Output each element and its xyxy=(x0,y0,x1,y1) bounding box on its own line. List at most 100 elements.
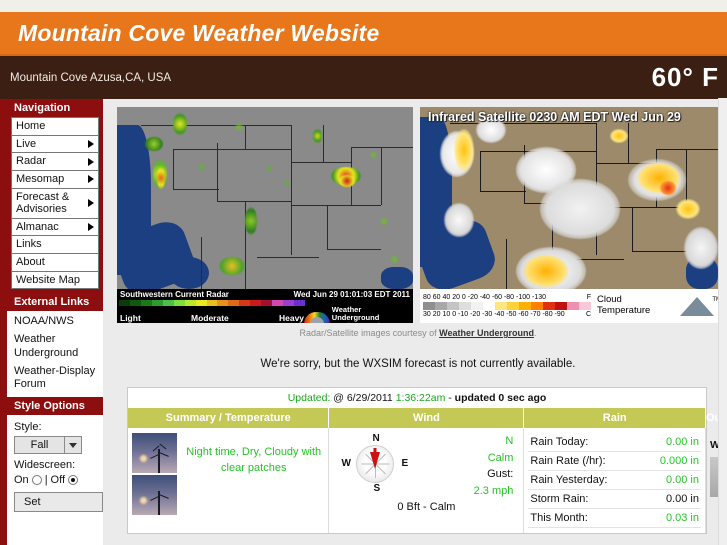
chevron-right-icon xyxy=(88,175,94,184)
satellite-legend: 80 60 40 20 0 -20 -40 -60 -80 -100 -130 … xyxy=(420,289,718,323)
rain-rate-value: 0.000 in xyxy=(659,455,699,467)
beaufort-scale-value: 0 Bft - Calm xyxy=(397,501,456,513)
compass-east-label: E xyxy=(401,458,409,469)
rain-rate-label: Rain Rate (/hr): xyxy=(530,455,606,467)
sidebar-item-label: Almanac xyxy=(16,220,59,233)
list-item: Rain Yesterday: 0.00 in xyxy=(528,471,701,490)
satellite-unit-c: C xyxy=(585,311,591,318)
storm-rain-label: Storm Rain: xyxy=(530,493,589,505)
style-label: Style: xyxy=(14,421,42,434)
list-item: This Month: 0.03 in xyxy=(528,509,701,528)
sidebar-item-live[interactable]: Live xyxy=(11,135,99,154)
image-courtesy-note: Radar/Satellite images courtesy of Weath… xyxy=(117,328,719,338)
external-link-weather-display-forum[interactable]: Weather-Display Forum xyxy=(14,363,103,395)
site-header: Mountain Cove Weather Website xyxy=(0,12,727,56)
sidebar-item-forecast-advisories[interactable]: Forecast & Advisories xyxy=(11,188,99,219)
rain-today-label: Rain Today: xyxy=(530,436,589,448)
current-temperature: 60° F xyxy=(651,62,719,92)
sidebar-item-label: Website Map xyxy=(16,273,80,286)
sidebar-item-label: Live xyxy=(16,137,37,150)
list-item: Rain Rate (/hr): 0.000 in xyxy=(528,452,701,471)
rain-measurements-list: Rain Today: 0.00 in Rain Rate (/hr): 0.0… xyxy=(528,433,701,528)
chevron-down-icon xyxy=(65,436,82,455)
style-options-panel: Style: Fall Widescreen: On | Off Set xyxy=(7,415,103,513)
sidebar-item-label: Home xyxy=(16,120,46,132)
summary-text: Night time, Dry, Cloudy with clear patch… xyxy=(186,446,322,474)
page-scrollbar[interactable] xyxy=(718,98,727,545)
this-month-label: This Month: xyxy=(530,512,588,524)
set-button[interactable]: Set xyxy=(14,492,103,513)
radar-scale-heavy: Heavy xyxy=(278,312,305,323)
list-item: Rain Today: 0.00 in xyxy=(528,433,701,452)
external-links-heading: External Links xyxy=(7,293,103,312)
night-cloudy-icon xyxy=(132,433,177,473)
summary-cell: Night time, Dry, Cloudy with clear patch… xyxy=(128,428,330,533)
cloud-temperature-colorbar xyxy=(423,302,591,310)
style-select[interactable]: Fall xyxy=(14,436,82,455)
updated-prefix: Updated: xyxy=(287,392,331,404)
widescreen-radio-group: On | Off xyxy=(14,474,103,486)
current-conditions-card: Updated: @ 6/29/2011 1:36:22am - updated… xyxy=(127,387,727,534)
sidebar-item-radar[interactable]: Radar xyxy=(11,153,99,171)
radar-provider-name: Weather Underground xyxy=(331,305,380,322)
courtesy-link[interactable]: Weather Underground xyxy=(439,328,534,338)
style-options-heading: Style Options xyxy=(7,397,103,416)
satellite-image[interactable]: Infrared Satellite 0230 AM EDT Wed Jun 2… xyxy=(420,107,718,323)
widescreen-off-label: Off xyxy=(50,474,66,487)
radar-scale-light: Light xyxy=(120,312,141,323)
sidebar-item-mesomap[interactable]: Mesomap xyxy=(11,170,99,189)
external-link-noaa-nws[interactable]: NOAA/NWS xyxy=(14,313,103,331)
location-label: Mountain Cove Azusa,CA, USA xyxy=(10,71,172,84)
widescreen-label: Widescreen: xyxy=(14,459,76,472)
sidebar-item-label: Radar xyxy=(16,155,46,168)
wind-speed-value: Calm xyxy=(487,451,514,464)
weather-images-row: Southwestern Current Radar Wed Jun 29 01… xyxy=(117,107,719,323)
rain-yesterday-label: Rain Yesterday: xyxy=(530,474,608,486)
chevron-right-icon xyxy=(88,139,94,148)
satellite-provider-logo: TM xyxy=(680,296,718,316)
chevron-right-icon xyxy=(88,157,94,166)
widescreen-off-radio[interactable] xyxy=(68,475,79,486)
radar-intensity-scale xyxy=(119,300,305,306)
wxsim-unavailable-message: We're sorry, but the WXSIM forecast is n… xyxy=(260,358,576,370)
wind-compass: N E S W xyxy=(333,433,419,495)
list-item: Storm Rain: 0.00 in xyxy=(528,490,701,509)
wind-gust-value: 2.3 mph xyxy=(473,484,514,497)
night-cloudy-icon xyxy=(132,475,177,515)
rain-yesterday-value: 0.00 in xyxy=(665,474,699,486)
sidebar-item-label: Forecast & Advisories xyxy=(16,190,70,216)
table-row: Night time, Dry, Cloudy with clear patch… xyxy=(128,428,727,533)
browser-top-strip xyxy=(0,0,727,12)
sidebar-item-almanac[interactable]: Almanac xyxy=(11,218,99,237)
compass-north-label: N xyxy=(372,433,380,444)
location-bar: Mountain Cove Azusa,CA, USA 60° F xyxy=(0,56,727,99)
cloud-temperature-label: Cloud Temperature xyxy=(597,294,651,316)
wind-direction-value: N xyxy=(505,435,514,447)
sidebar-item-about[interactable]: About xyxy=(11,254,99,272)
table-header-row: Summary / Temperature Wind Rain Outlook xyxy=(128,408,727,428)
radar-caption-title: Southwestern Current Radar xyxy=(120,290,229,299)
weather-website-page: Mountain Cove Weather Website Mountain C… xyxy=(0,0,727,545)
chevron-right-icon xyxy=(88,199,94,208)
updated-time: 1:36:22am xyxy=(395,392,446,404)
radar-image[interactable]: Southwestern Current Radar Wed Jun 29 01… xyxy=(117,107,413,323)
column-header-rain: Rain xyxy=(523,408,706,428)
main-content: Southwestern Current Radar Wed Jun 29 01… xyxy=(103,99,727,545)
mountain-icon xyxy=(680,296,714,316)
radar-caption-time: Wed Jun 29 01:01:03 EDT 2011 xyxy=(293,290,410,299)
rain-today-value: 0.00 in xyxy=(665,436,699,448)
widescreen-on-radio[interactable] xyxy=(31,475,42,486)
storm-rain-value: 0.00 in xyxy=(665,493,699,505)
sidebar-item-label: About xyxy=(16,256,45,269)
radar-provider-url: wunderground.com xyxy=(332,321,396,323)
sidebar-item-website-map[interactable]: Website Map xyxy=(11,271,99,290)
sidebar-item-home[interactable]: Home xyxy=(11,117,99,136)
wind-cell: N E S W N Calm Gust: 2.3 mph 0 Bft - Cal… xyxy=(328,428,525,533)
compass-west-label: W xyxy=(341,458,351,469)
wind-gust-label: Gust: xyxy=(487,468,514,480)
rainbow-icon xyxy=(304,311,330,323)
external-link-weather-underground[interactable]: Weather Underground xyxy=(14,331,103,363)
external-links-list: NOAA/NWS Weather Underground Weather-Dis… xyxy=(7,311,103,398)
satellite-unit-f: F xyxy=(586,294,591,301)
sidebar-item-links[interactable]: Links xyxy=(11,236,99,255)
